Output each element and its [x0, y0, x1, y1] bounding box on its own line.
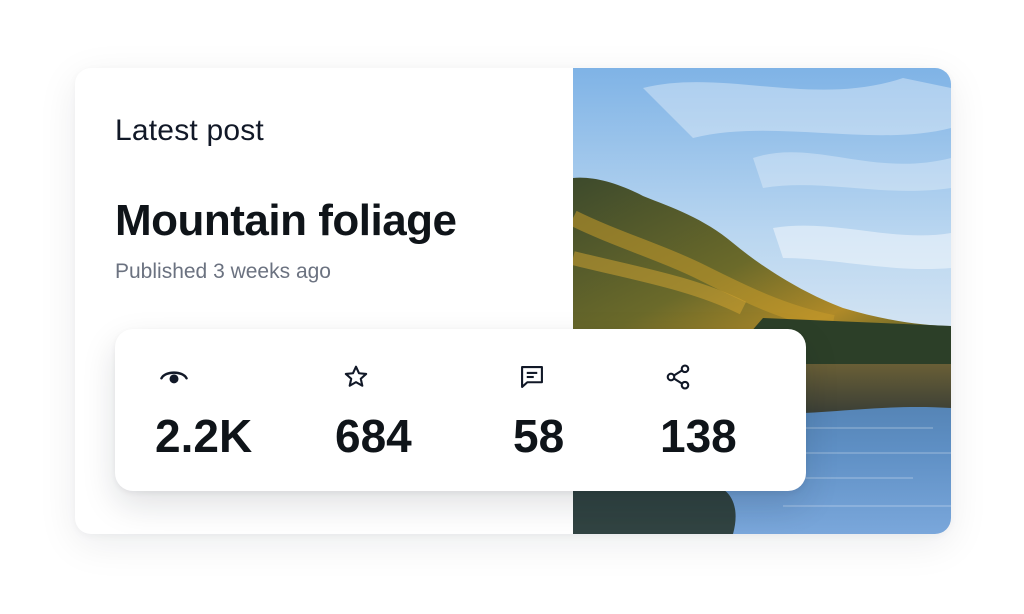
views-count: 2.2K: [155, 410, 253, 462]
shares-count: 138: [660, 410, 737, 462]
eye-icon: [159, 362, 189, 392]
comments-count: 58: [513, 410, 565, 462]
post-title[interactable]: Mountain foliage: [115, 196, 457, 246]
share-icon: [663, 362, 693, 392]
star-icon: [341, 362, 371, 392]
post-published-date: Published 3 weeks ago: [115, 260, 331, 283]
comment-icon: [517, 362, 547, 392]
post-stats-panel: 2.2K 684 58 138: [115, 329, 806, 491]
stars-count: 684: [335, 410, 412, 462]
card-label: Latest post: [115, 114, 264, 147]
